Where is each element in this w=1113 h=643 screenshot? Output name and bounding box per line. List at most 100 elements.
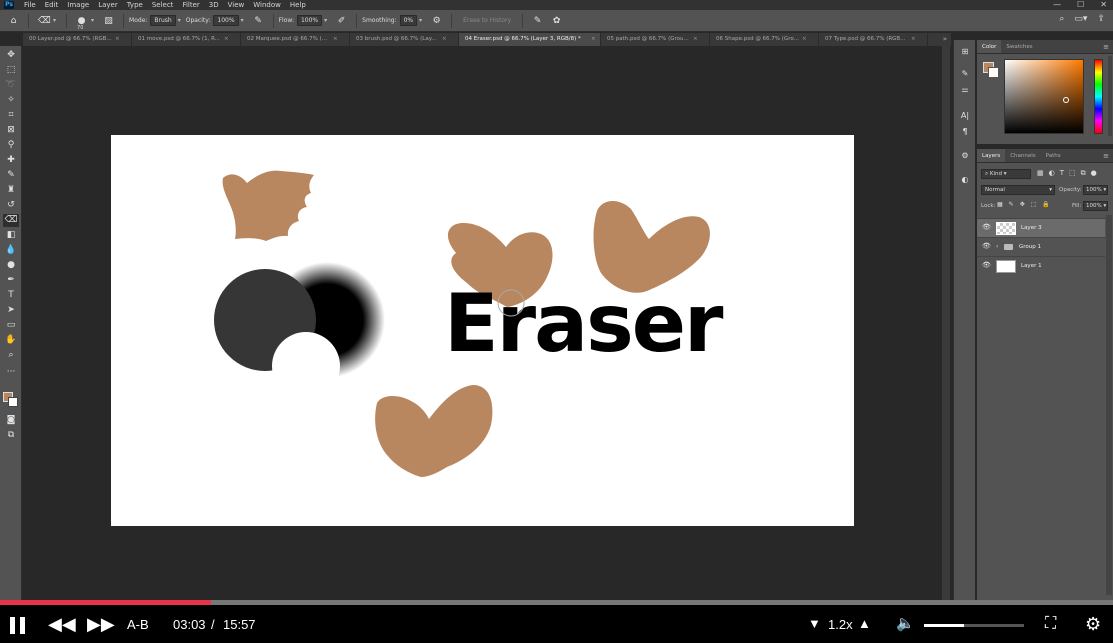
dodge-tool-icon[interactable]: ● xyxy=(3,259,19,272)
quick-mask-icon[interactable]: ◙ xyxy=(3,414,19,427)
pressure-size-icon[interactable]: ✎ xyxy=(532,16,543,26)
close-tab-icon[interactable]: × xyxy=(115,33,120,46)
share-icon[interactable]: ⇪ xyxy=(1097,14,1105,24)
tab-layers[interactable]: Layers xyxy=(977,149,1006,162)
move-tool-icon[interactable]: ✥ xyxy=(3,49,19,62)
menu-help[interactable]: Help xyxy=(290,0,306,10)
menu-view[interactable]: View xyxy=(228,0,245,10)
history-panel-icon[interactable]: ⊞ xyxy=(958,46,972,58)
healing-brush-tool-icon[interactable]: ✚ xyxy=(3,154,19,167)
menu-image[interactable]: Image xyxy=(67,0,89,10)
layer-opacity-input[interactable]: 100% ▾ xyxy=(1083,185,1108,195)
menu-3d[interactable]: 3D xyxy=(209,0,219,10)
minimize-icon[interactable]: — xyxy=(1053,0,1061,10)
paragraph-panel-icon[interactable]: ¶ xyxy=(958,126,972,138)
fullscreen-icon[interactable]: ⛶ xyxy=(1045,605,1056,643)
flow-input[interactable]: 100% xyxy=(296,15,323,26)
close-tab-icon[interactable]: × xyxy=(911,33,916,46)
airbrush-icon[interactable]: ✐ xyxy=(336,16,347,26)
rewind-icon[interactable]: ◀◀ xyxy=(48,605,76,643)
close-tab-icon[interactable]: × xyxy=(693,33,698,46)
mode-chevron-down-icon[interactable]: ▾ xyxy=(178,17,181,24)
tab-document-3[interactable]: 03 brush.psd @ 66.7% (Lay... × xyxy=(350,33,459,46)
eyedropper-tool-icon[interactable]: ⚲ xyxy=(3,139,19,152)
tab-paths[interactable]: Paths xyxy=(1041,149,1066,162)
layer-row-layer-3[interactable]: 👁 Layer 3 xyxy=(977,218,1105,237)
rectangle-tool-icon[interactable]: ▭ xyxy=(3,319,19,332)
magic-wand-tool-icon[interactable]: ✧ xyxy=(3,94,19,107)
search-icon[interactable]: ⌕ xyxy=(1059,14,1064,24)
menu-type[interactable]: Type xyxy=(127,0,143,10)
zoom-tool-icon[interactable]: ⌕ xyxy=(3,349,19,362)
hue-slider[interactable] xyxy=(1094,59,1103,134)
tabs-overflow-icon[interactable]: » xyxy=(943,33,947,46)
menu-filter[interactable]: Filter xyxy=(182,0,199,10)
color-panel-scrollbar[interactable] xyxy=(1108,56,1112,136)
menu-edit[interactable]: Edit xyxy=(45,0,59,10)
group-expand-chevron-icon[interactable]: › xyxy=(996,243,998,250)
smoothing-chevron-down-icon[interactable]: ▾ xyxy=(419,17,422,24)
tab-document-0[interactable]: 00 Layer.psd @ 66.7% (RGB... × xyxy=(23,33,132,46)
flow-chevron-down-icon[interactable]: ▾ xyxy=(324,17,327,24)
menu-file[interactable]: File xyxy=(24,0,36,10)
tab-color[interactable]: Color xyxy=(977,40,1002,53)
home-icon[interactable]: ⌂ xyxy=(8,16,19,26)
path-selection-tool-icon[interactable]: ➤ xyxy=(3,304,19,317)
visibility-eye-icon[interactable]: 👁 xyxy=(982,261,991,269)
brush-settings-icon[interactable]: ▨ xyxy=(103,16,114,26)
blend-mode-select[interactable]: Normal ▾ xyxy=(981,185,1055,195)
properties-panel-icon[interactable]: ⚙ xyxy=(958,150,972,162)
menu-window[interactable]: Window xyxy=(253,0,281,10)
canvas-vertical-scrollbar[interactable] xyxy=(942,46,950,601)
tab-document-5[interactable]: 05 path.psd @ 66.7% (Grou... × xyxy=(601,33,710,46)
close-tab-icon[interactable]: × xyxy=(333,33,338,46)
opacity-input[interactable]: 100% xyxy=(213,15,239,26)
brush-preset-chevron-down-icon[interactable]: ▾ xyxy=(91,17,94,24)
type-filter-icon[interactable]: T xyxy=(1060,169,1064,178)
more-tools-icon[interactable]: ··· xyxy=(3,366,19,379)
lock-pixels-icon[interactable]: ✎ xyxy=(1009,201,1014,208)
tab-channels[interactable]: Channels xyxy=(1005,149,1040,162)
close-tab-icon[interactable]: × xyxy=(591,33,596,46)
pause-icon[interactable] xyxy=(10,617,26,634)
background-color-swatch[interactable] xyxy=(988,67,999,78)
marquee-tool-icon[interactable]: ⬚ xyxy=(3,64,19,77)
document-canvas[interactable]: Eraser xyxy=(111,135,854,526)
adjustments-panel-icon[interactable]: ⚌ xyxy=(958,84,972,96)
tab-document-7[interactable]: 07 Type.psd @ 66.7% (RGB... × xyxy=(819,33,928,46)
blur-tool-icon[interactable]: 💧 xyxy=(3,244,19,257)
tab-document-2[interactable]: 02 Marquee.psd @ 66.7% (... × xyxy=(241,33,350,46)
layer-row-group-1[interactable]: 👁 › Group 1 xyxy=(977,237,1105,256)
layer-row-layer-1[interactable]: 👁 Layer 1 xyxy=(977,256,1105,275)
visibility-eye-icon[interactable]: 👁 xyxy=(982,242,991,250)
shape-filter-icon[interactable]: ⬚ xyxy=(1069,169,1076,178)
eraser-tool-icon[interactable]: ⌫ xyxy=(38,16,51,26)
crop-tool-icon[interactable]: ⌗ xyxy=(3,109,19,122)
character-panel-icon[interactable]: A| xyxy=(958,110,972,122)
close-icon[interactable]: ✕ xyxy=(1100,0,1107,10)
tab-document-6[interactable]: 06 Shape.psd @ 66.7% (Gro... × xyxy=(710,33,819,46)
gradient-tool-icon[interactable]: ◧ xyxy=(3,229,19,242)
tab-document-4[interactable]: 04 Eraser.psd @ 66.7% (Layer 3, RGB/8) *… xyxy=(459,33,601,46)
background-color-swatch[interactable] xyxy=(8,397,18,407)
history-brush-tool-icon[interactable]: ↺ xyxy=(3,199,19,212)
layer-filter-select[interactable]: ⌕ Kind ▾ xyxy=(981,169,1031,179)
layers-scrollbar[interactable] xyxy=(1106,215,1112,595)
tool-preset-chevron-down-icon[interactable]: ▾ xyxy=(53,17,56,24)
menu-select[interactable]: Select xyxy=(152,0,174,10)
brush-tool-icon[interactable]: ✎ xyxy=(3,169,19,182)
color-picker-cursor[interactable] xyxy=(1063,97,1069,103)
speed-up-icon[interactable]: ▲ xyxy=(858,605,871,643)
maximize-icon[interactable]: ☐ xyxy=(1077,0,1084,10)
adjustment-filter-icon[interactable]: ◐ xyxy=(1049,169,1055,178)
type-tool-icon[interactable]: T xyxy=(3,289,19,302)
eraser-tool-icon[interactable]: ⌫ xyxy=(3,214,19,227)
panel-menu-icon[interactable]: ≡ xyxy=(1103,40,1109,54)
pixel-filter-icon[interactable]: ▦ xyxy=(1037,169,1044,178)
opacity-chevron-down-icon[interactable]: ▾ xyxy=(241,17,244,24)
smart-object-filter-icon[interactable]: ⧉ xyxy=(1081,169,1086,178)
workspace-icon[interactable]: ▭▾ xyxy=(1074,14,1087,24)
gear-icon[interactable]: ⚙ xyxy=(431,16,442,26)
tab-swatches[interactable]: Swatches xyxy=(1001,40,1037,53)
visibility-eye-icon[interactable]: 👁 xyxy=(982,223,991,231)
